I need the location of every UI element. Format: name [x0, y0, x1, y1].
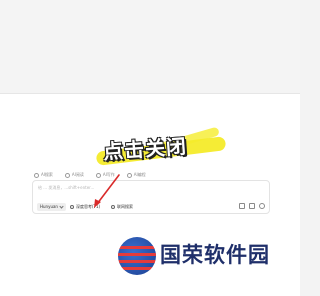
message-input-placeholder[interactable]: 给 ... 发消息，...shift+enter...	[38, 185, 94, 191]
top-blank-area	[0, 0, 300, 93]
globe-icon	[111, 205, 115, 209]
file-upload-icon[interactable]	[249, 203, 255, 209]
web-search-toggle[interactable]: 联网搜索	[111, 203, 133, 211]
callout-text: 点击关闭	[102, 134, 188, 164]
tab-label: AI搜索	[41, 172, 53, 177]
send-icon[interactable]	[259, 203, 265, 209]
deep-think-icon	[70, 205, 74, 209]
logo-stripe	[118, 267, 156, 270]
image-upload-icon[interactable]	[239, 203, 245, 209]
tab-ai-read[interactable]: AI阅读	[64, 172, 84, 178]
watermark-logo-icon	[118, 237, 156, 275]
watermark-area: 国荣软件园	[0, 222, 300, 296]
chat-panel: AI搜索 AI阅读 AI写作 AI编程 给 ... 发消息，...shift+e…	[0, 94, 300, 222]
chevron-down-icon	[59, 204, 64, 209]
tab-label: AI编程	[133, 172, 146, 177]
model-select[interactable]: Hunyuan	[37, 203, 66, 211]
logo-stripe	[118, 260, 156, 263]
read-icon	[64, 172, 70, 178]
message-input-box[interactable]: 给 ... 发消息，...shift+enter... Hunyuan 深度思考…	[32, 180, 270, 214]
tab-label: AI写作	[102, 172, 115, 177]
deep-think-toggle[interactable]: 深度思考(T1)	[70, 203, 100, 211]
web-search-label: 联网搜索	[117, 204, 133, 209]
watermark-text: 国荣软件园	[160, 243, 270, 267]
screenshot: AI搜索 AI阅读 AI写作 AI编程 给 ... 发消息，...shift+e…	[0, 0, 300, 296]
code-icon	[126, 172, 132, 178]
tab-ai-search[interactable]: AI搜索	[34, 172, 53, 178]
deep-think-label: 深度思考(T1)	[76, 204, 101, 209]
write-icon	[95, 172, 101, 178]
tab-label: AI阅读	[71, 172, 84, 177]
input-actions	[239, 203, 265, 209]
tab-ai-write[interactable]: AI写作	[95, 172, 115, 178]
search-icon	[34, 172, 39, 178]
logo-stripe	[118, 253, 156, 256]
model-select-value: Hunyuan	[40, 204, 58, 209]
tool-tabs: AI搜索 AI阅读 AI写作 AI编程	[34, 170, 146, 180]
tab-ai-code[interactable]: AI编程	[126, 172, 146, 178]
logo-stripe	[118, 246, 156, 249]
